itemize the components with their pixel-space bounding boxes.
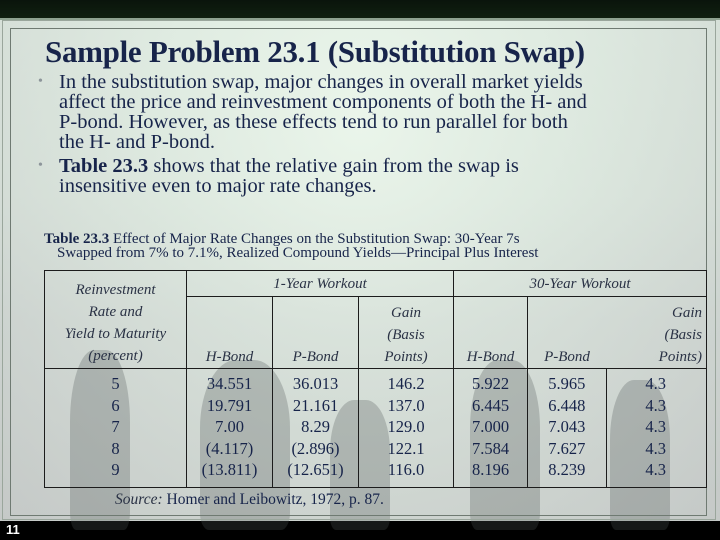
bullet-list: • In the substitution swap, major change… [38,72,708,200]
bullet-line: In the substitution swap, major changes … [59,71,583,93]
cell-value: (4.117) [205,438,254,458]
header-30y-h-bond: H-Bond [453,296,528,369]
header-1y-gain: Gain (Basis Points) [358,296,454,369]
source-label: Source: [115,491,163,508]
bullet-dot-icon: • [38,158,43,173]
header-text: Points) [384,349,428,365]
column-1y-gain: 146.2 137.0 129.0 122.1 116.0 [358,368,454,488]
column-rate: 5 6 7 8 9 [44,368,187,488]
cell-value: 146.2 [387,374,425,393]
header-text: Rate and [88,303,143,320]
bullet-line: the H- and P-bond. [59,131,216,153]
header-text: Gain [672,305,702,321]
cell-value: 137.0 [387,395,425,415]
cell-value: 129.0 [387,417,425,436]
header-30y-gain: Gain (Basis Points) [606,296,707,369]
header-text: (Basis [387,327,425,343]
table-source: Source: Homer and Leibowitz, 1972, p. 87… [115,491,384,509]
header-text: Reinvestment [75,281,156,298]
cell-value: 5.922 [471,374,510,393]
bullet-line: shows that the relative gain from the sw… [148,155,519,177]
source-text: Homer and Leibowitz, 1972, p. 87. [162,491,384,508]
header-rate-yield: Reinvestment Rate and Yield to Maturity … [44,270,187,369]
cell-value: 116.0 [387,460,425,479]
cell-value: 7.584 [471,438,510,458]
cell-value: 36.013 [292,374,339,393]
table-caption: Table 23.3 Effect of Major Rate Changes … [44,232,704,261]
cell-rate: 5 [111,374,120,393]
cell-rate: 9 [111,460,120,479]
cell-rate: 7 [111,417,120,436]
cell-value: (12.651) [287,460,344,479]
page-number: 11 [6,522,20,537]
cell-value: 4.3 [645,374,666,393]
bullet-dot-icon: • [38,74,43,89]
cell-rate: 6 [111,395,120,415]
bullet-item: • In the substitution swap, major change… [38,71,708,153]
cell-value: 7.043 [548,417,586,436]
data-table: Reinvestment Rate and Yield to Maturity … [44,270,707,488]
header-text: (Basis [664,327,703,343]
column-1y-p-bond: 36.013 21.161 8.29 (2.896) (12.651) [272,368,359,488]
header-1y-h-bond: H-Bond [186,296,273,369]
cell-value: 4.3 [645,460,666,479]
cell-value: 6.448 [548,395,586,415]
bullet-line: affect the price and reinvestment compon… [59,91,587,113]
cell-value: 8.196 [471,460,510,479]
cell-value: 7.627 [548,438,586,458]
column-30y-gain: 4.3 4.3 4.3 4.3 4.3 [605,368,707,488]
top-band [0,0,720,18]
header-30y-p-bond: P-Bond [527,296,606,369]
cell-value: 122.1 [387,438,425,458]
header-1-year-workout: 1-Year Workout [186,270,454,297]
cell-value: 34.551 [206,374,253,393]
cell-value: 6.445 [471,395,510,415]
column-1y-h-bond: 34.551 19.791 7.00 (4.117) (13.811) [186,368,273,488]
header-30-year-workout: 30-Year Workout [453,270,707,297]
column-30y-h-bond: 5.922 6.445 7.000 7.584 8.196 [453,368,528,488]
header-text: Gain [391,305,421,321]
table-body-row: 5 6 7 8 9 34.551 19.791 7.00 (4.117) (13… [44,368,707,488]
slide-title: Sample Problem 23.1 (Substitution Swap) [45,34,585,69]
cell-value: 21.161 [292,395,339,415]
cell-value: 5.965 [548,374,586,393]
header-text: (percent) [88,347,143,364]
column-30y-p-bond: 5.965 6.448 7.043 7.627 8.239 [527,368,607,488]
header-text: Yield to Maturity [64,325,167,342]
cell-value: 8.29 [301,417,330,436]
cell-value: 7.00 [215,417,244,436]
bullet-line: insensitive even to major rate changes. [59,175,377,197]
caption-line: Swapped from 7% to 7.1%, Realized Compou… [57,245,539,261]
cell-value: (13.811) [201,460,258,479]
cell-value: 19.791 [206,395,253,415]
cell-rate: 8 [111,438,120,458]
cell-value: 8.239 [548,460,586,479]
cell-value: 4.3 [645,438,666,458]
cell-value: 7.000 [471,417,510,436]
cell-value: 4.3 [645,395,666,415]
bullet-item: • Table 23.3 shows that the relative gai… [38,155,708,197]
header-text: Points) [658,349,702,365]
cell-value: (2.896) [291,438,340,458]
header-1y-p-bond: P-Bond [272,296,359,369]
bullet-line: P-bond. However, as these effects tend t… [59,111,568,133]
cell-value: 4.3 [645,417,666,436]
bullet-bold-prefix: Table 23.3 [59,155,149,177]
